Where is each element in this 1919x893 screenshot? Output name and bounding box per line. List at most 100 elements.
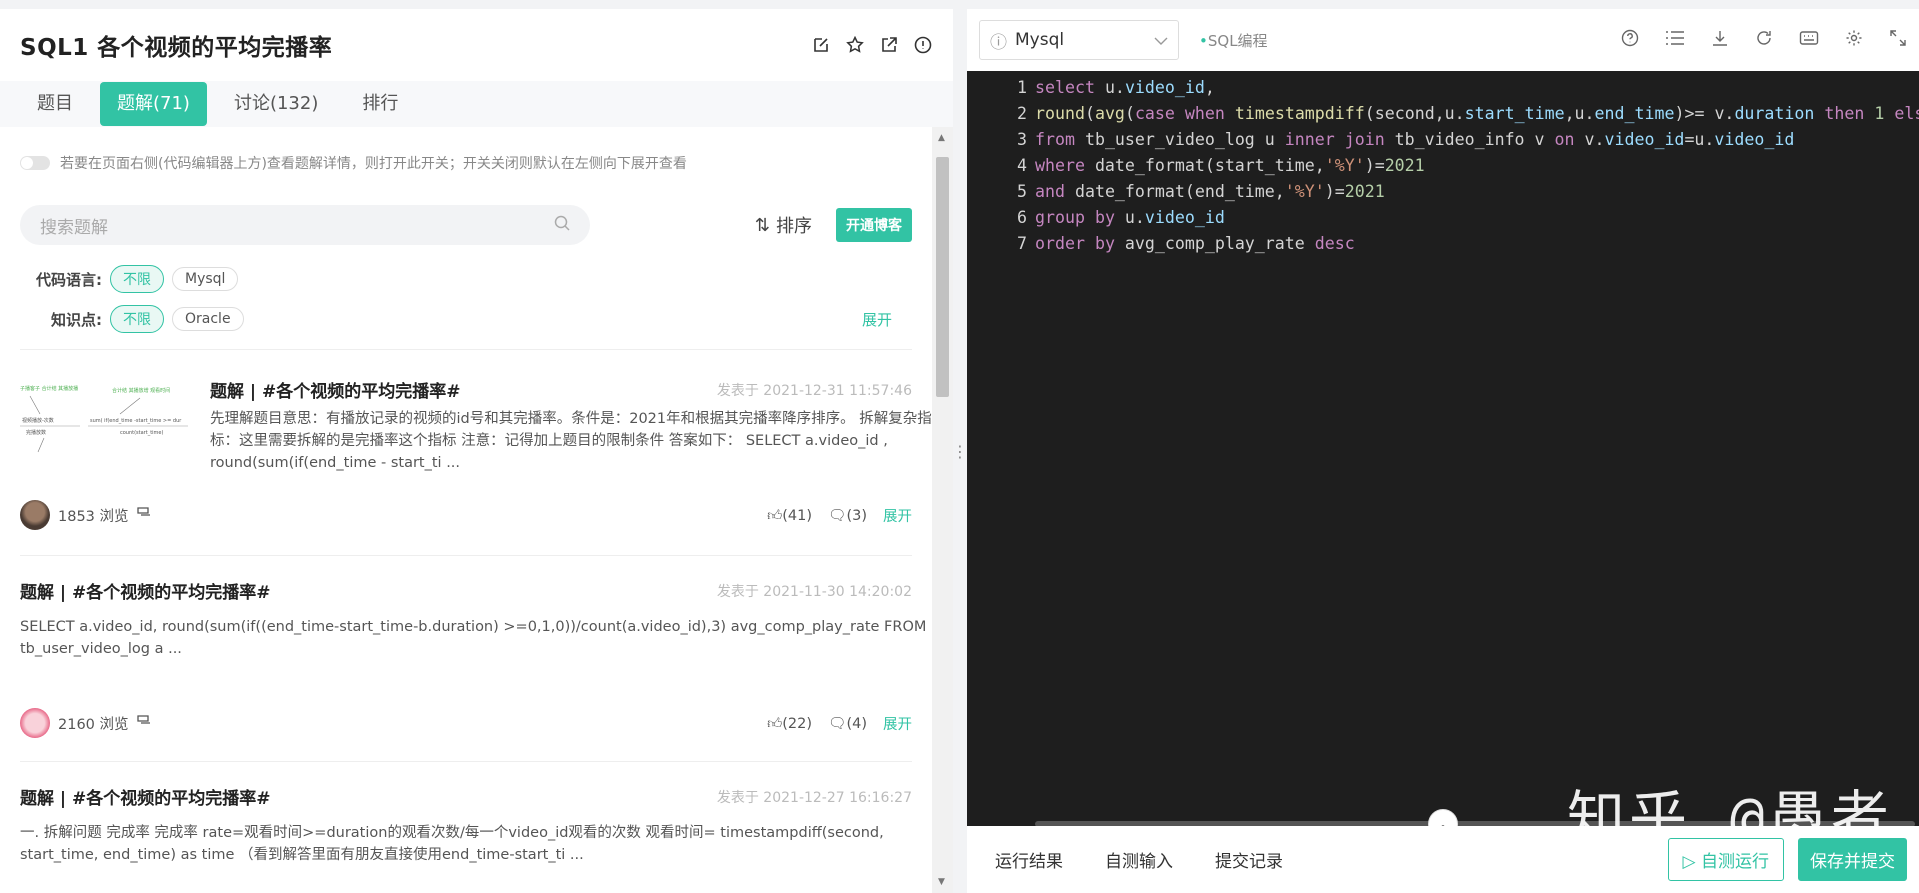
fullscreen-icon[interactable] bbox=[1889, 29, 1907, 51]
list-icon[interactable] bbox=[1665, 29, 1685, 51]
search-input[interactable]: 搜索题解 bbox=[20, 205, 590, 245]
view-count: 1853 浏览 bbox=[58, 508, 129, 525]
code-token: from bbox=[1035, 130, 1075, 149]
list-item[interactable]: 题解 | #各个视频的平均完播率# 发表于 2021-11-30 14:20:0… bbox=[20, 556, 926, 762]
tag-icon bbox=[136, 506, 151, 524]
edit-icon[interactable] bbox=[811, 35, 831, 55]
info-icon[interactable] bbox=[913, 35, 933, 55]
code-token: duration bbox=[1734, 104, 1815, 123]
scroll-down-icon[interactable]: ▼ bbox=[938, 877, 945, 887]
code-editor[interactable]: 1 select u.video_id, 2 round(avg(case when … bbox=[967, 71, 1919, 826]
language-select[interactable]: ⓘ Mysql bbox=[979, 20, 1179, 60]
code-token: video_id bbox=[1144, 208, 1225, 227]
tab-problem[interactable]: 题目 bbox=[20, 81, 90, 127]
gear-icon[interactable] bbox=[1845, 29, 1863, 51]
code-token: ( bbox=[1124, 104, 1135, 123]
solution-title[interactable]: 题解 | #各个视频的平均完播率# bbox=[20, 578, 271, 603]
code-token: 2021 bbox=[1384, 156, 1425, 175]
code-token: ,u. bbox=[1564, 104, 1595, 123]
solutions-list: 若要在页面右侧(代码编辑器上方)查看题解详情，则打开此开关；开关关闭则默认在左侧… bbox=[0, 127, 932, 893]
tab-discussion[interactable]: 讨论(132) bbox=[217, 81, 335, 127]
code-token: tb_video_info v bbox=[1384, 130, 1555, 149]
lang-chip-mysql[interactable]: Mysql bbox=[172, 267, 239, 291]
solution-title[interactable]: 题解 | #各个视频的平均完播率# bbox=[210, 377, 461, 402]
help-icon[interactable] bbox=[1621, 29, 1639, 51]
lang-chip-any[interactable]: 不限 bbox=[110, 265, 164, 293]
like-button[interactable]: 👍︎(41) bbox=[767, 506, 812, 524]
code-line[interactable]: 7 order by avg_comp_play_rate desc bbox=[967, 231, 1355, 257]
tab-ranking[interactable]: 排行 bbox=[345, 81, 415, 127]
refresh-icon[interactable] bbox=[1755, 29, 1773, 51]
list-item[interactable]: 题解 | #各个视频的平均完播率# 发表于 2021-12-27 16:16:2… bbox=[20, 762, 912, 893]
search-icon[interactable] bbox=[554, 215, 570, 236]
toggle-hint: 若要在页面右侧(代码编辑器上方)查看题解详情，则打开此开关；开关关闭则默认在左侧… bbox=[60, 156, 687, 172]
run-test-button[interactable]: ▷ 自测运行 bbox=[1667, 838, 1784, 881]
code-token: '%Y' bbox=[1324, 156, 1365, 175]
comment-button[interactable]: 🗨︎(3) bbox=[828, 507, 867, 524]
code-token: avg_comp_play_rate bbox=[1114, 234, 1315, 253]
code-line[interactable]: 4 where date_format(start_time,'%Y')=2021 bbox=[967, 153, 1425, 179]
code-token: u. bbox=[1114, 208, 1145, 227]
keyboard-icon[interactable] bbox=[1799, 29, 1819, 51]
thumbs-up-icon: 👍︎ bbox=[767, 508, 783, 524]
chevron-down-icon bbox=[1154, 30, 1168, 50]
mode-tag: •SQL编程 bbox=[1199, 31, 1268, 50]
topic-chip-any[interactable]: 不限 bbox=[110, 305, 164, 333]
expand-link[interactable]: 展开 bbox=[883, 505, 912, 526]
comment-button[interactable]: 🗨︎(4) bbox=[828, 715, 867, 732]
code-token: tb_user_video_log u bbox=[1074, 130, 1285, 149]
detail-toggle[interactable] bbox=[20, 156, 50, 170]
comment-count: (3) bbox=[846, 507, 867, 524]
code-token: then bbox=[1824, 104, 1865, 123]
avatar[interactable] bbox=[20, 708, 50, 738]
view-count: 2160 浏览 bbox=[58, 716, 129, 733]
code-token: video_id bbox=[1124, 78, 1205, 97]
download-icon[interactable] bbox=[1711, 29, 1729, 51]
code-token: '%Y' bbox=[1284, 182, 1325, 201]
code-token: select bbox=[1035, 78, 1095, 97]
solution-desc: 先理解题目意思：有播放记录的视频的id号和其完播率。条件是：2021年和根据其完… bbox=[210, 411, 932, 471]
like-count: (41) bbox=[782, 508, 813, 524]
open-blog-button[interactable]: 开通博客 bbox=[836, 208, 912, 242]
scroll-up-icon[interactable]: ▲ bbox=[938, 133, 945, 143]
code-token: by bbox=[1094, 208, 1115, 227]
tab-run-result[interactable]: 运行结果 bbox=[995, 847, 1063, 872]
code-token: and bbox=[1035, 182, 1065, 201]
collapse-panel-button[interactable]: ︿ bbox=[1428, 809, 1458, 826]
solution-date: 发表于 2021-12-31 11:57:46 bbox=[716, 383, 912, 399]
code-line[interactable]: 1 select u.video_id, bbox=[967, 75, 1215, 101]
tab-submissions[interactable]: 提交记录 bbox=[1215, 847, 1283, 872]
star-icon[interactable] bbox=[845, 35, 865, 55]
solutions-scrollbar[interactable]: ▲ ▼ bbox=[932, 127, 953, 893]
topic-chip-oracle[interactable]: Oracle bbox=[172, 307, 244, 331]
code-line[interactable]: 3 from tb_user_video_log u inner join tb_… bbox=[967, 127, 1794, 153]
language-value: Mysql bbox=[1015, 30, 1065, 50]
solution-title[interactable]: 题解 | #各个视频的平均完播率# bbox=[20, 784, 271, 809]
code-token: start_time bbox=[1464, 104, 1565, 123]
expand-link[interactable]: 展开 bbox=[883, 713, 912, 734]
scrollbar-thumb[interactable] bbox=[936, 157, 949, 397]
tab-custom-input[interactable]: 自测输入 bbox=[1105, 847, 1173, 872]
code-line[interactable]: 2 round(avg(case when timestampdiff(secon… bbox=[967, 101, 1919, 127]
sort-button[interactable]: ⇅ 排序 bbox=[755, 212, 812, 238]
editor-panel: ⓘ Mysql •SQL编程 1 select u.video_id, 2 round… bbox=[967, 9, 1919, 893]
code-token: )>= v. bbox=[1674, 104, 1735, 123]
code-line[interactable]: 6 group by u.video_id bbox=[967, 205, 1225, 231]
thumb-text-3: sum( if(end_time -start_time >= dur bbox=[90, 418, 182, 424]
list-item[interactable]: 子播客子 合计结 其播放播 视频播放-次数 完播放数 sum( if(end_t… bbox=[20, 350, 932, 556]
share-icon[interactable] bbox=[879, 35, 899, 55]
thumb-text-5: 合计结 其播放增 观看时间 bbox=[112, 387, 170, 394]
panel-resize-handle[interactable]: ⋮ bbox=[952, 9, 968, 893]
avatar[interactable] bbox=[20, 500, 50, 530]
like-button[interactable]: 👍︎(22) bbox=[767, 714, 812, 732]
line-number: 2 bbox=[1017, 104, 1027, 123]
filter-expand-link[interactable]: 展开 bbox=[862, 309, 892, 330]
code-line[interactable]: 5 and date_format(end_time,'%Y')=2021 bbox=[967, 179, 1385, 205]
save-submit-button[interactable]: 保存并提交 bbox=[1798, 838, 1907, 881]
tab-solutions[interactable]: 题解(71) bbox=[100, 82, 207, 126]
